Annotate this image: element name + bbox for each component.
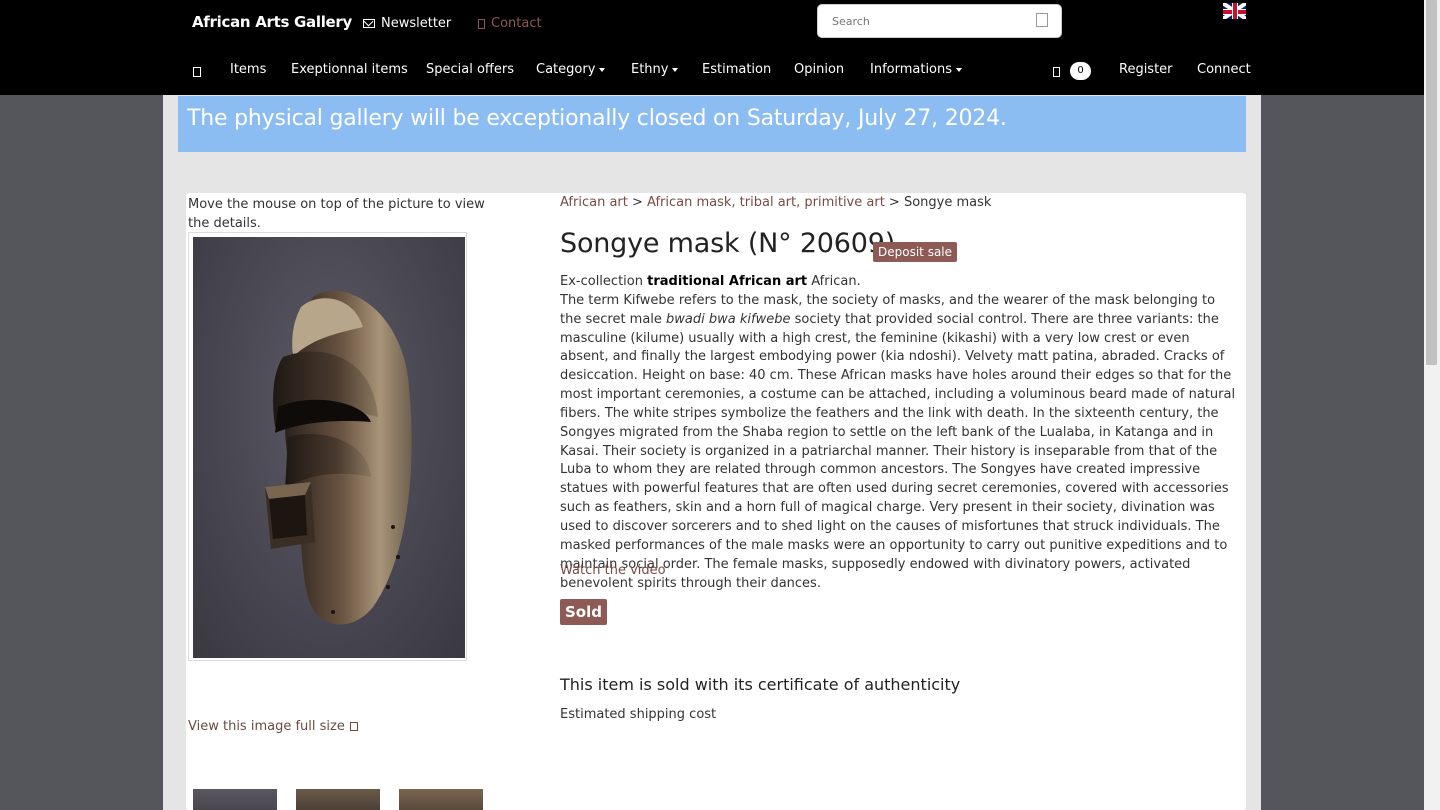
thumbnail-3[interactable]	[399, 789, 483, 810]
view-full-size-label: View this image full size	[188, 719, 345, 734]
newsletter-link[interactable]: Newsletter	[363, 16, 451, 31]
contact-label: Contact	[491, 16, 542, 31]
cart-icon[interactable]	[1053, 67, 1060, 77]
scrollbar-thumb[interactable]	[1426, 0, 1437, 365]
deposit-sale-badge: Deposit sale	[873, 242, 958, 262]
watch-video-link[interactable]: Watch the video	[560, 563, 666, 578]
nav-informations-dropdown[interactable]: Informations	[870, 62, 962, 77]
songye-mask-illustration	[265, 290, 412, 625]
nav-opinion[interactable]: Opinion	[794, 62, 844, 77]
brand-link[interactable]: African Arts Gallery	[192, 13, 352, 31]
newsletter-label: Newsletter	[381, 16, 452, 31]
nav-special-offers[interactable]: Special offers	[426, 62, 514, 77]
desc-part2: society that provided social control. Th…	[560, 311, 1236, 591]
search-icon[interactable]	[1036, 13, 1048, 27]
external-link-icon	[349, 722, 358, 731]
top-navbar: African Arts Gallery Newsletter Contact …	[0, 0, 1424, 95]
phone-icon	[478, 18, 485, 29]
nav-category-label: Category	[536, 62, 596, 77]
certificate-notice: This item is sold with its certificate o…	[560, 675, 961, 694]
mask-photo[interactable]	[193, 237, 465, 658]
closure-banner: The physical gallery will be exceptional…	[178, 96, 1246, 152]
uk-flag-icon[interactable]	[1223, 3, 1246, 19]
breadcrumb-separator: >	[884, 195, 904, 210]
product-title: Songye mask (N° 20609)	[560, 228, 896, 259]
nav-estimation[interactable]: Estimation	[702, 62, 771, 77]
contact-link[interactable]: Contact	[478, 16, 542, 31]
search-input[interactable]	[830, 14, 1024, 29]
nav-category-dropdown[interactable]: Category	[536, 62, 605, 77]
product-description: Ex-collection traditional African art Af…	[560, 273, 1240, 593]
search-box	[817, 4, 1062, 38]
main-product-image[interactable]	[188, 232, 467, 661]
view-full-size-link[interactable]: View this image full size	[188, 719, 358, 734]
cart-count-badge: 0	[1070, 62, 1091, 80]
nav-ethny-dropdown[interactable]: Ethny	[631, 62, 678, 77]
nav-ethny-label: Ethny	[631, 62, 669, 77]
breadcrumb-current: Songye mask	[903, 195, 992, 210]
page-scrollbar[interactable]	[1424, 0, 1440, 810]
flag-cross-vertical	[1232, 3, 1238, 19]
closure-banner-text: The physical gallery will be exceptional…	[187, 106, 1007, 131]
zoom-hint: Move the mouse on top of the picture to …	[188, 197, 485, 231]
home-icon[interactable]	[193, 67, 201, 77]
breadcrumb-separator: >	[627, 195, 648, 210]
thumbnail-2[interactable]	[296, 789, 380, 810]
shipping-cost-label[interactable]: Estimated shipping cost	[560, 707, 716, 722]
thumbnail-1[interactable]	[193, 789, 277, 810]
breadcrumb: African art > African mask, tribal art, …	[560, 195, 991, 210]
desc-bold: traditional African art	[647, 274, 808, 289]
nav-exceptional-items[interactable]: Exeptionnal items	[291, 62, 408, 77]
nav-items[interactable]: Items	[230, 62, 266, 77]
desc-prefix: Ex-collection	[560, 274, 648, 289]
desc-suffix: African.	[807, 274, 861, 289]
main-nav: Items Exeptionnal items Special offers C…	[0, 62, 1424, 82]
envelope-icon	[363, 19, 375, 28]
desc-italic: bwadi bwa kifwebe	[666, 311, 791, 327]
nav-register[interactable]: Register	[1119, 62, 1173, 77]
nav-informations-label: Informations	[870, 62, 953, 77]
nav-connect[interactable]: Connect	[1197, 62, 1251, 77]
breadcrumb-african-mask[interactable]: African mask, tribal art, primitive art	[647, 195, 885, 210]
sold-badge: Sold	[560, 599, 607, 625]
breadcrumb-african-art[interactable]: African art	[560, 195, 628, 210]
